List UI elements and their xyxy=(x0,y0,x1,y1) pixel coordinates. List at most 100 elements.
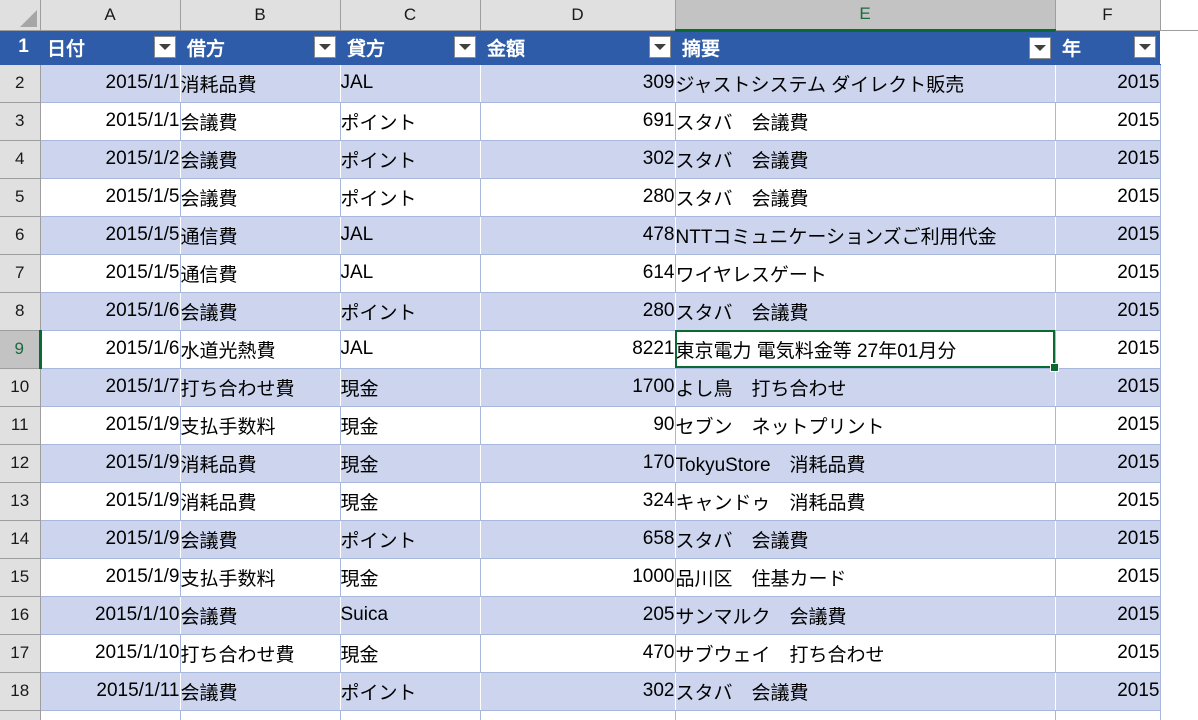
cell-D11[interactable]: 90 xyxy=(480,406,676,445)
cell-A13[interactable]: 2015/1/9 xyxy=(40,482,181,521)
cell-A5[interactable]: 2015/1/5 xyxy=(40,178,181,217)
header-cell-year[interactable]: 年 xyxy=(1055,30,1160,65)
column-header-e[interactable]: E xyxy=(675,0,1056,32)
table-row[interactable]: 12 2015/1/9 消耗品費 現金 170 TokyuStore 消耗品費 2015 xyxy=(0,444,1198,483)
cell-E14[interactable]: スタバ 会議費 xyxy=(675,520,1055,559)
table-row[interactable]: 3 2015/1/1 会議費 ポイント 691 スタバ 会議費 2015 xyxy=(0,102,1198,141)
table-row[interactable]: 13 2015/1/9 消耗品費 現金 324 キャンドゥ 消耗品費 2015 xyxy=(0,482,1198,521)
cell-D17[interactable]: 470 xyxy=(480,634,676,673)
table-row[interactable]: 11 2015/1/9 支払手数料 現金 90 セブン ネットプリント 2015 xyxy=(0,406,1198,445)
cell-E18[interactable]: スタバ 会議費 xyxy=(675,672,1055,711)
cell-E6[interactable]: NTTコミュニケーションズご利用代金 xyxy=(675,216,1055,255)
cell-B18[interactable]: 会議費 xyxy=(180,672,340,711)
cell-D2[interactable]: 309 xyxy=(480,64,675,103)
row-header-14[interactable]: 14 xyxy=(0,520,41,559)
cell-A14[interactable]: 2015/1/9 xyxy=(40,520,180,559)
cell-C7[interactable]: JAL xyxy=(340,254,481,293)
cell-B11[interactable]: 支払手数料 xyxy=(180,406,341,445)
table-row[interactable]: 192015/1/11旅費交通費Suica730タクシー2015 xyxy=(0,710,1198,720)
select-all-button[interactable] xyxy=(0,0,41,31)
cell-C3[interactable]: ポイント xyxy=(340,102,481,141)
cell-C15[interactable]: 現金 xyxy=(340,558,481,597)
cell-B15[interactable]: 支払手数料 xyxy=(180,558,341,597)
cell-D14[interactable]: 658 xyxy=(480,520,675,559)
cell-E4[interactable]: スタバ 会議費 xyxy=(675,140,1055,179)
table-row[interactable]: 14 2015/1/9 会議費 ポイント 658 スタバ 会議費 2015 xyxy=(0,520,1198,559)
cell-C11[interactable]: 現金 xyxy=(340,406,481,445)
row-header-2[interactable]: 2 xyxy=(0,64,41,103)
cell-F3[interactable]: 2015 xyxy=(1055,102,1161,141)
cell-E10[interactable]: よし鳥 打ち合わせ xyxy=(675,368,1055,407)
cell-E7[interactable]: ワイヤレスゲート xyxy=(675,254,1056,293)
cell-A10[interactable]: 2015/1/7 xyxy=(40,368,180,407)
cell-B13[interactable]: 消耗品費 xyxy=(180,482,341,521)
row-header-12[interactable]: 12 xyxy=(0,444,41,483)
cell-C14[interactable]: ポイント xyxy=(340,520,480,559)
spreadsheet-grid[interactable]: A B C D E F 1 日付 借方 貸方 金額 摘要 年 2 2015/1/… xyxy=(0,0,1198,720)
cell-D12[interactable]: 170 xyxy=(480,444,675,483)
row-header-5[interactable]: 5 xyxy=(0,178,41,217)
table-row[interactable]: 16 2015/1/10 会議費 Suica 205 サンマルク 会議費 2015 xyxy=(0,596,1198,635)
cell-B19[interactable]: 旅費交通費 xyxy=(180,710,341,720)
cell-B3[interactable]: 会議費 xyxy=(180,102,341,141)
cell-F7[interactable]: 2015 xyxy=(1055,254,1161,293)
cell-E2[interactable]: ジャストシステム ダイレクト販売 xyxy=(675,64,1055,103)
filter-dropdown-icon-debit[interactable] xyxy=(314,36,336,58)
filter-dropdown-icon-date[interactable] xyxy=(154,36,176,58)
cell-C5[interactable]: ポイント xyxy=(340,178,481,217)
cell-C12[interactable]: 現金 xyxy=(340,444,480,483)
cell-D6[interactable]: 478 xyxy=(480,216,675,255)
cell-C10[interactable]: 現金 xyxy=(340,368,480,407)
cell-F19[interactable]: 2015 xyxy=(1055,710,1161,720)
row-header-11[interactable]: 11 xyxy=(0,406,41,445)
cell-E5[interactable]: スタバ 会議費 xyxy=(675,178,1056,217)
table-row[interactable]: 15 2015/1/9 支払手数料 現金 1000 品川区 住基カード 2015 xyxy=(0,558,1198,597)
filter-dropdown-icon-credit[interactable] xyxy=(454,36,476,58)
table-row[interactable]: 7 2015/1/5 通信費 JAL 614 ワイヤレスゲート 2015 xyxy=(0,254,1198,293)
cell-A11[interactable]: 2015/1/9 xyxy=(40,406,181,445)
column-header-c[interactable]: C xyxy=(340,0,481,31)
row-header-10[interactable]: 10 xyxy=(0,368,41,407)
cell-C2[interactable]: JAL xyxy=(340,64,480,103)
cell-B9[interactable]: 水道光熱費 xyxy=(180,330,341,369)
table-row[interactable]: 9 2015/1/6 水道光熱費 JAL 8221 東京電力 電気料金等 27年01月分 2… xyxy=(0,330,1198,369)
cell-A8[interactable]: 2015/1/6 xyxy=(40,292,180,331)
cell-F5[interactable]: 2015 xyxy=(1055,178,1161,217)
cell-C17[interactable]: 現金 xyxy=(340,634,481,673)
cell-A12[interactable]: 2015/1/9 xyxy=(40,444,180,483)
table-row[interactable]: 4 2015/1/2 会議費 ポイント 302 スタバ 会議費 2015 xyxy=(0,140,1198,179)
cell-F4[interactable]: 2015 xyxy=(1055,140,1161,179)
row-header-9[interactable]: 9 xyxy=(0,330,42,369)
cell-E16[interactable]: サンマルク 会議費 xyxy=(675,596,1055,635)
cell-C9[interactable]: JAL xyxy=(340,330,481,369)
cell-D3[interactable]: 691 xyxy=(480,102,676,141)
cell-D18[interactable]: 302 xyxy=(480,672,675,711)
cell-A9[interactable]: 2015/1/6 xyxy=(40,330,181,369)
cell-F2[interactable]: 2015 xyxy=(1055,64,1161,103)
column-header-a[interactable]: A xyxy=(40,0,181,31)
cell-F15[interactable]: 2015 xyxy=(1055,558,1161,597)
table-row[interactable]: 8 2015/1/6 会議費 ポイント 280 スタバ 会議費 2015 xyxy=(0,292,1198,331)
cell-F11[interactable]: 2015 xyxy=(1055,406,1161,445)
cell-B10[interactable]: 打ち合わせ費 xyxy=(180,368,340,407)
cell-A18[interactable]: 2015/1/11 xyxy=(40,672,180,711)
cell-B16[interactable]: 会議費 xyxy=(180,596,340,635)
row-header-6[interactable]: 6 xyxy=(0,216,41,255)
filter-dropdown-icon-note[interactable] xyxy=(1029,36,1051,59)
cell-F10[interactable]: 2015 xyxy=(1055,368,1161,407)
cell-B4[interactable]: 会議費 xyxy=(180,140,340,179)
cell-D13[interactable]: 324 xyxy=(480,482,676,521)
cell-E17[interactable]: サブウェイ 打ち合わせ xyxy=(675,634,1056,673)
cell-D5[interactable]: 280 xyxy=(480,178,676,217)
cell-D19[interactable]: 730 xyxy=(480,710,676,720)
cell-D15[interactable]: 1000 xyxy=(480,558,676,597)
cell-E13[interactable]: キャンドゥ 消耗品費 xyxy=(675,482,1056,521)
cell-E9[interactable]: 東京電力 電気料金等 27年01月分 xyxy=(675,330,1056,369)
header-cell-note[interactable]: 摘要 xyxy=(675,30,1055,65)
cell-C16[interactable]: Suica xyxy=(340,596,480,635)
cell-A2[interactable]: 2015/1/1 xyxy=(40,64,180,103)
cell-A16[interactable]: 2015/1/10 xyxy=(40,596,180,635)
cell-F16[interactable]: 2015 xyxy=(1055,596,1161,635)
cell-B7[interactable]: 通信費 xyxy=(180,254,341,293)
row-header-4[interactable]: 4 xyxy=(0,140,41,179)
